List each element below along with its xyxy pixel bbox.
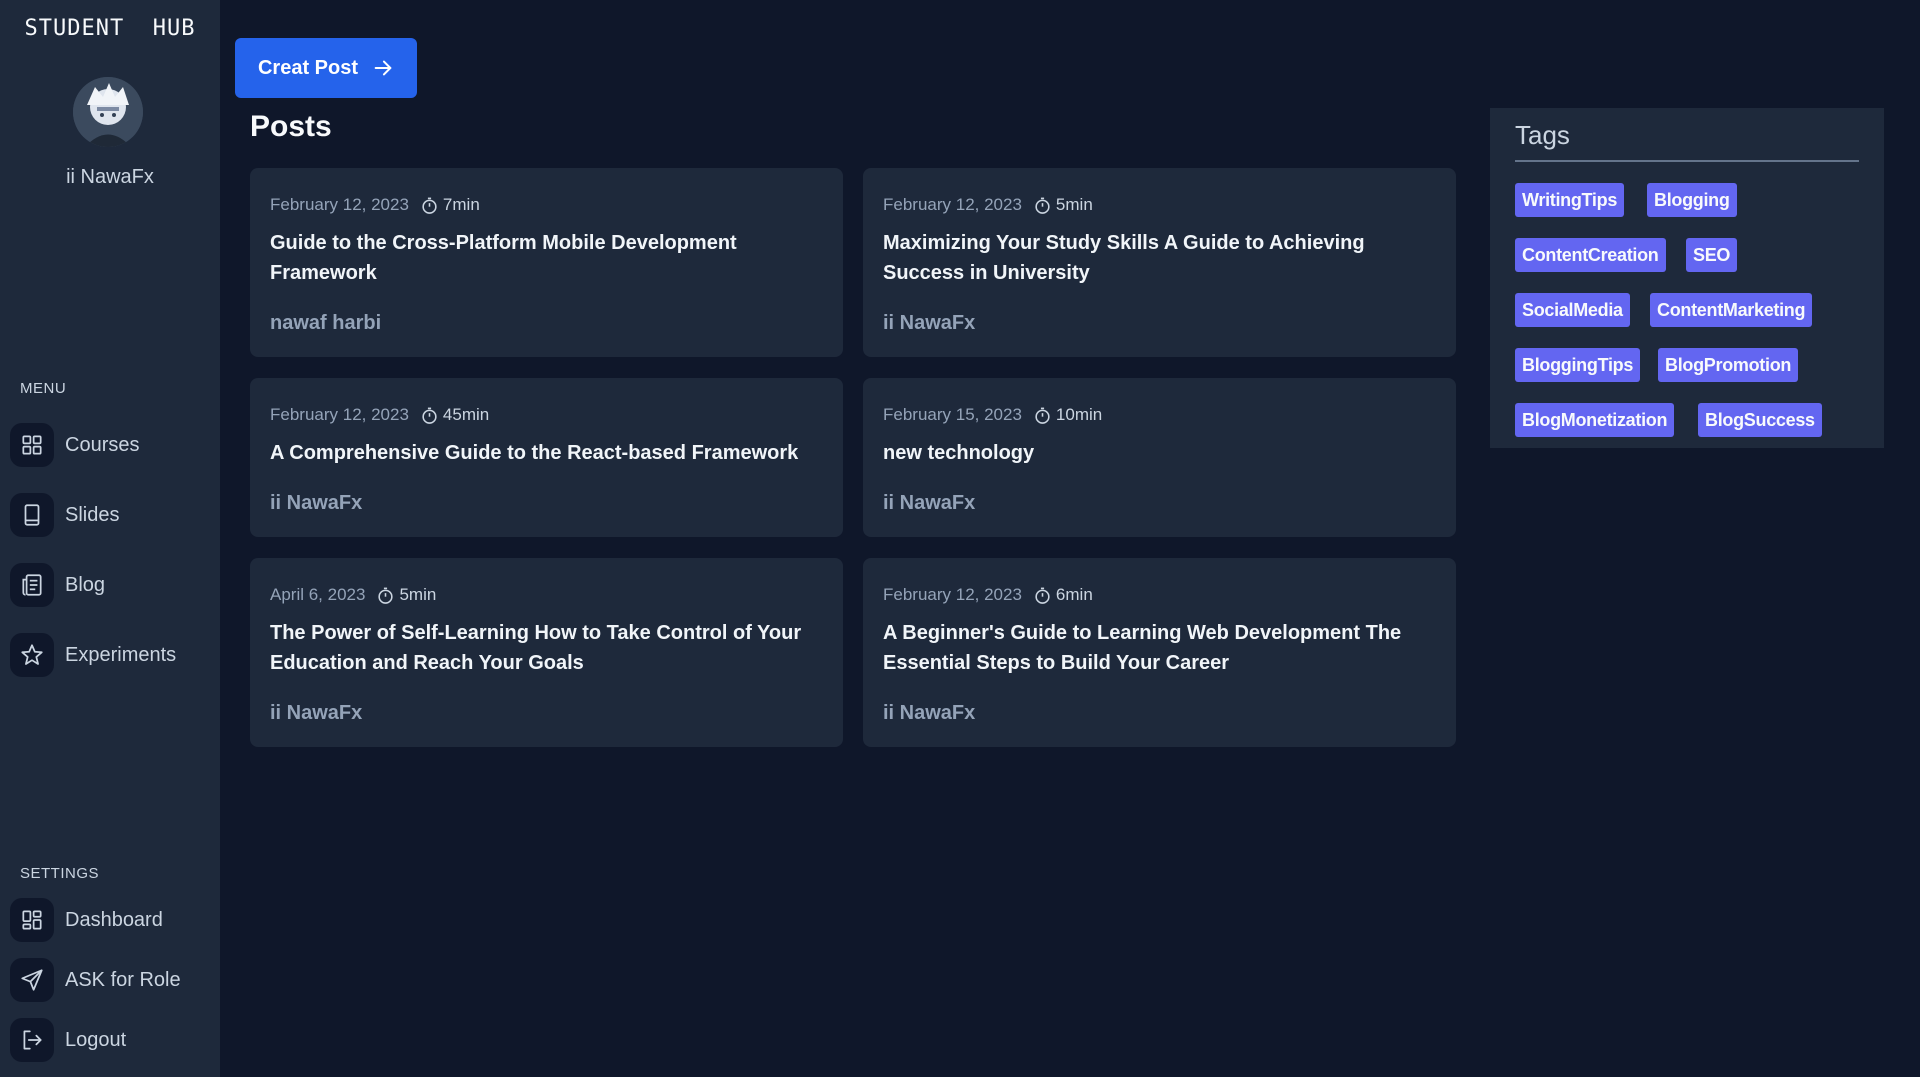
nav-item-courses[interactable]: Courses	[10, 421, 139, 469]
post-author: ii NawaFx	[270, 492, 363, 514]
tag-socialmedia[interactable]: SocialMedia	[1515, 293, 1630, 327]
nav-label: Dashboard	[65, 908, 163, 931]
post-title[interactable]: A Beginner's Guide to Learning Web Devel…	[883, 618, 1443, 678]
nav-item-ask-for-role[interactable]: ASK for Role	[10, 956, 181, 1004]
post-author: ii NawaFx	[883, 312, 976, 334]
star-icon	[10, 633, 54, 677]
create-post-label: Creat Post	[257, 56, 359, 79]
post-duration: 10min	[1055, 405, 1103, 424]
post-card[interactable]: February 12, 2023 5min Maximizing Your S…	[863, 168, 1456, 357]
grid-icon	[10, 423, 54, 467]
post-date: April 6, 2023	[270, 585, 366, 604]
nav-item-dashboard[interactable]: Dashboard	[10, 896, 163, 944]
send-icon	[10, 958, 54, 1002]
stopwatch-icon	[422, 407, 437, 424]
nav-label: Courses	[65, 433, 140, 456]
post-meta: February 12, 2023 5min	[883, 195, 1093, 215]
nav-label: Logout	[65, 1028, 127, 1051]
tags-heading: Tags	[1515, 120, 1570, 150]
nav-label: Blog	[65, 573, 106, 596]
post-meta: February 12, 2023 7min	[270, 195, 480, 215]
nav-label: Slides	[65, 503, 120, 526]
post-title[interactable]: A Comprehensive Guide to the React-based…	[270, 438, 830, 468]
brand-logo[interactable]: STUDENT HUB	[0, 16, 220, 41]
create-post-button[interactable]: Creat Post	[235, 38, 417, 98]
tag-seo[interactable]: SEO	[1686, 238, 1738, 272]
post-date: February 15, 2023	[883, 405, 1022, 424]
nav-item-slides[interactable]: Slides	[10, 491, 119, 539]
tag-writingtips[interactable]: WritingTips	[1515, 183, 1625, 217]
post-date: February 12, 2023	[883, 585, 1022, 604]
tag-blogging[interactable]: Blogging	[1647, 183, 1737, 217]
nav-label: ASK for Role	[65, 968, 181, 991]
stopwatch-icon	[1035, 197, 1050, 214]
post-card[interactable]: February 15, 2023 10min new technology i…	[863, 378, 1456, 537]
post-card[interactable]: February 12, 2023 6min A Beginner's Guid…	[863, 558, 1456, 747]
stopwatch-icon	[1035, 587, 1050, 604]
post-meta: February 15, 2023 10min	[883, 405, 1102, 425]
tag-contentmarketing[interactable]: ContentMarketing	[1650, 293, 1813, 327]
tablet-icon	[10, 493, 54, 537]
tags-divider	[1515, 160, 1859, 162]
post-author: ii NawaFx	[883, 492, 976, 514]
nav-item-logout[interactable]: Logout	[10, 1016, 126, 1064]
sidebar: STUDENT HUB ii NawaFx MENU Courses Slide…	[0, 0, 220, 1077]
post-meta: April 6, 2023 5min	[270, 585, 436, 605]
post-title[interactable]: new technology	[883, 438, 1443, 468]
post-card[interactable]: February 12, 2023 45min A Comprehensive …	[250, 378, 843, 537]
post-title[interactable]: Guide to the Cross-Platform Mobile Devel…	[270, 228, 830, 288]
avatar-image	[73, 77, 143, 147]
tag-blogsuccess[interactable]: BlogSuccess	[1698, 403, 1822, 437]
newspaper-icon	[10, 563, 54, 607]
post-date: February 12, 2023	[883, 195, 1022, 214]
tag-blogmonetization[interactable]: BlogMonetization	[1515, 403, 1675, 437]
post-title[interactable]: Maximizing Your Study Skills A Guide to …	[883, 228, 1443, 288]
stopwatch-icon	[1035, 407, 1050, 424]
stopwatch-icon	[378, 587, 394, 604]
menu-section-label: MENU	[20, 380, 67, 397]
stopwatch-icon	[422, 197, 437, 214]
post-duration: 45min	[442, 405, 490, 424]
dashboard-icon	[10, 898, 54, 942]
post-author: ii NawaFx	[270, 702, 363, 724]
logout-icon	[10, 1018, 54, 1062]
post-duration: 7min	[442, 195, 480, 214]
post-date: February 12, 2023	[270, 405, 409, 424]
posts-heading: Posts	[250, 110, 332, 143]
post-duration: 5min	[1055, 195, 1093, 214]
nav-item-experiments[interactable]: Experiments	[10, 631, 176, 679]
tags-panel: Tags WritingTips Blogging ContentCreatio…	[1490, 108, 1884, 448]
tag-bloggingtips[interactable]: BloggingTips	[1515, 348, 1641, 382]
post-card[interactable]: April 6, 2023 5min The Power of Self-Lea…	[250, 558, 843, 747]
post-author: ii NawaFx	[883, 702, 976, 724]
post-meta: February 12, 2023 45min	[270, 405, 489, 425]
post-card[interactable]: February 12, 2023 7min Guide to the Cros…	[250, 168, 843, 357]
post-title[interactable]: The Power of Self-Learning How to Take C…	[270, 618, 830, 678]
user-name: ii NawaFx	[66, 166, 154, 188]
tag-contentcreation[interactable]: ContentCreation	[1515, 238, 1666, 272]
nav-item-blog[interactable]: Blog	[10, 561, 105, 609]
post-duration: 6min	[1055, 585, 1093, 604]
settings-section-label: SETTINGS	[20, 865, 100, 882]
tag-blogpromotion[interactable]: BlogPromotion	[1658, 348, 1799, 382]
post-date: February 12, 2023	[270, 195, 409, 214]
avatar[interactable]	[73, 77, 143, 147]
post-author: nawaf harbi	[270, 312, 382, 334]
nav-label: Experiments	[65, 643, 177, 666]
arrow-right-icon	[374, 60, 392, 76]
post-meta: February 12, 2023 6min	[883, 585, 1093, 605]
post-duration: 5min	[399, 585, 437, 604]
